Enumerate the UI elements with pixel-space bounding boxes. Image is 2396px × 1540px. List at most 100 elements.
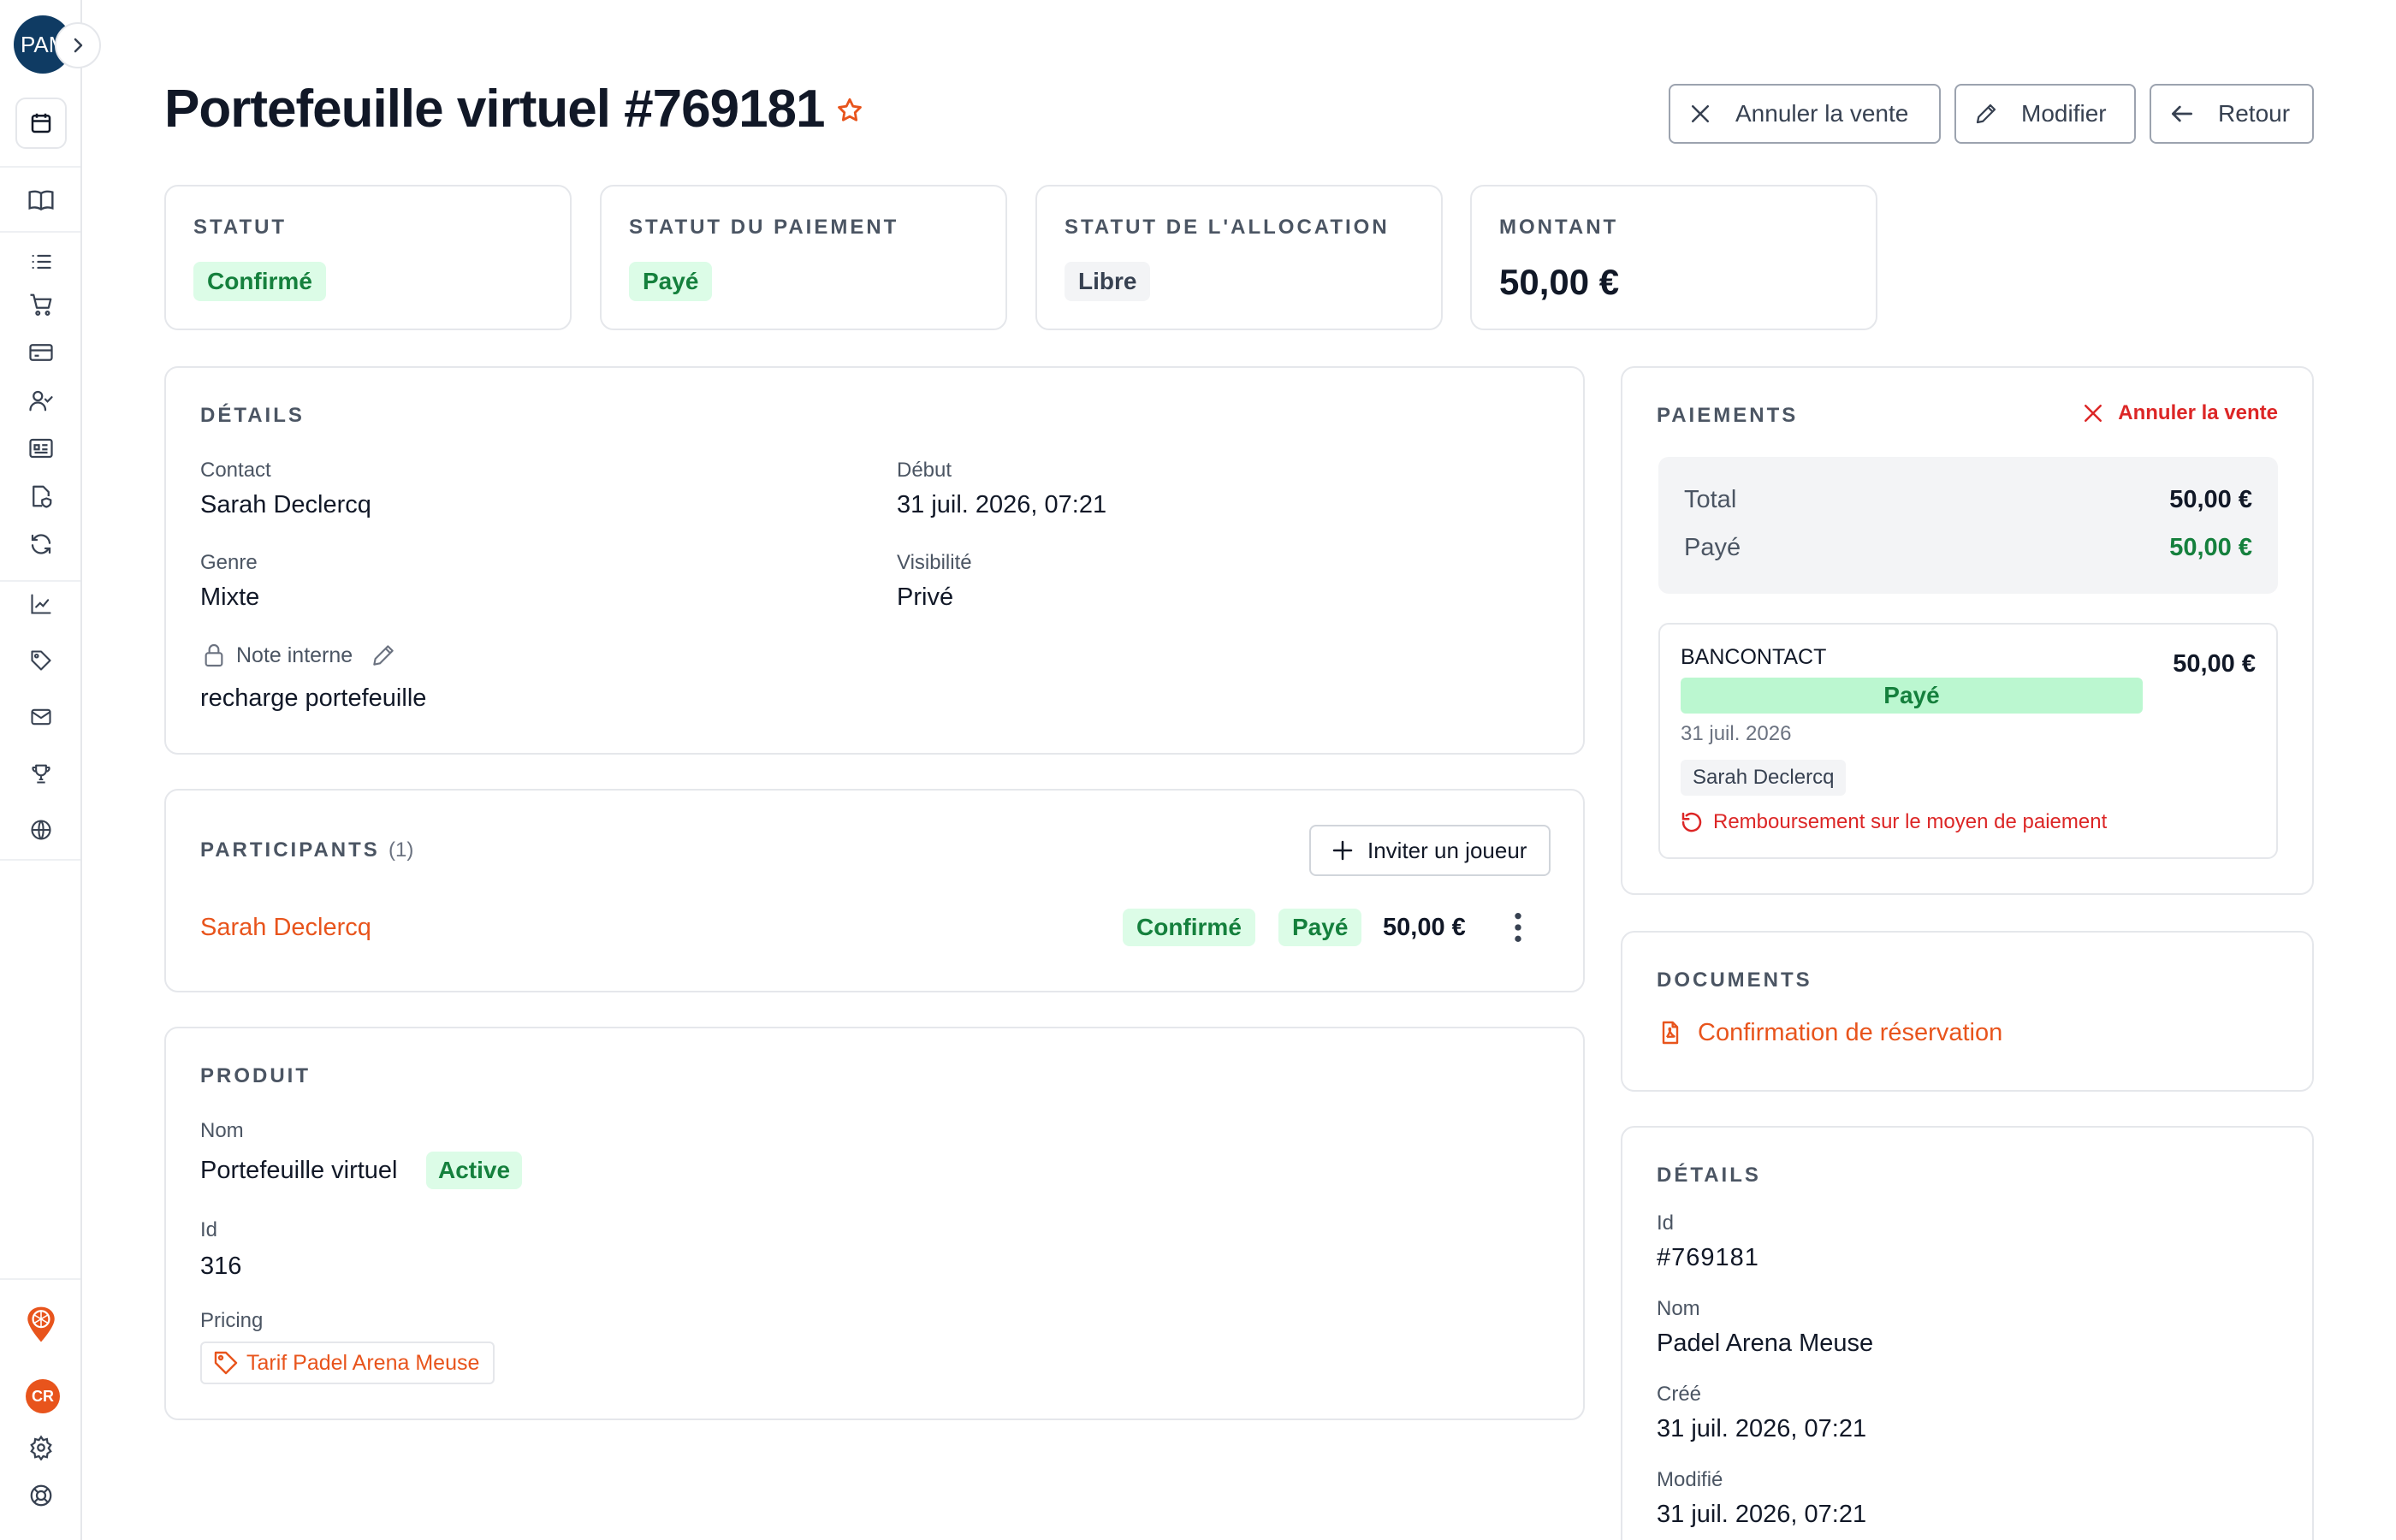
refund-link[interactable]: Remboursement sur le moyen de paiement	[1679, 809, 2107, 835]
pricing-label: Pricing	[200, 1309, 264, 1332]
modified-value: 31 juil. 2026, 07:21	[1657, 1501, 1867, 1528]
cancel-sale-button[interactable]: Annuler la vente	[1669, 84, 1941, 144]
paid-value: 50,00 €	[2169, 534, 2252, 561]
details-title: DÉTAILS	[200, 404, 305, 427]
more-vertical-icon	[1515, 913, 1521, 942]
sidebar-item-list[interactable]	[21, 241, 62, 282]
participant-menu-button[interactable]	[1511, 910, 1525, 949]
payment-method-person: Sarah Declercq	[1681, 760, 1847, 796]
allocation-status-badge: Libre	[1065, 262, 1151, 301]
sidebar-item-payments[interactable]	[21, 332, 62, 373]
sidebar-item-stats[interactable]	[21, 583, 62, 625]
edit-label: Modifier	[2021, 100, 2107, 127]
product-id-value: 316	[200, 1253, 242, 1280]
gender-label: Genre	[200, 551, 258, 574]
product-id-label: Id	[200, 1218, 218, 1241]
pencil-icon	[373, 645, 394, 666]
sidebar-item-cart[interactable]	[21, 284, 62, 325]
credit-card-icon	[29, 344, 53, 361]
sale-id-value: #769181	[1657, 1244, 1759, 1271]
club-name-value: Padel Arena Meuse	[1657, 1330, 1874, 1357]
sidebar-item-website[interactable]	[21, 809, 62, 850]
user-check-icon	[29, 390, 53, 412]
payment-method-name: BANCONTACT	[1681, 645, 1827, 669]
star-icon	[838, 98, 862, 121]
participants-count: (1)	[388, 838, 414, 862]
arrow-left-icon	[2172, 105, 2192, 122]
payment-status-card: STATUT DU PAIEMENT Payé	[600, 185, 1007, 330]
booking-confirmation-link[interactable]: Confirmation de réservation	[1657, 1018, 2002, 1047]
sidebar-item-calendar[interactable]	[15, 98, 67, 149]
sidebar-toggle-button[interactable]	[55, 22, 101, 68]
sidebar-item-documents[interactable]	[21, 476, 62, 517]
favorite-button[interactable]	[835, 96, 864, 129]
invite-player-button[interactable]: Inviter un joueur	[1309, 825, 1551, 876]
user-initials: CR	[32, 1388, 54, 1405]
contact-label: Contact	[200, 459, 271, 482]
file-shield-icon	[33, 485, 52, 508]
total-label: Total	[1684, 486, 1737, 513]
sale-details-title: DÉTAILS	[1657, 1164, 1761, 1187]
payment-status-badge: Payé	[629, 262, 713, 301]
refresh-icon	[31, 534, 51, 554]
payment-method-amount: 50,00 €	[2173, 650, 2256, 678]
participant-amount: 50,00 €	[1383, 914, 1466, 941]
payments-cancel-sale-label: Annuler la vente	[2118, 401, 2278, 424]
invite-player-label: Inviter un joueur	[1367, 837, 1527, 863]
close-icon	[1692, 105, 1709, 122]
sidebar-item-mail[interactable]	[21, 696, 62, 737]
trophy-icon	[32, 764, 50, 784]
user-avatar[interactable]: CR	[26, 1379, 60, 1413]
sidebar-item-subscriptions[interactable]	[21, 524, 62, 565]
status-badge: Confirmé	[193, 262, 326, 301]
total-value: 50,00 €	[2169, 486, 2252, 513]
contact-value[interactable]: Sarah Declercq	[200, 491, 371, 519]
sidebar-item-discounts[interactable]	[21, 640, 62, 681]
visibility-label: Visibilité	[897, 551, 972, 574]
edit-button[interactable]: Modifier	[1954, 84, 2136, 144]
paid-label: Payé	[1684, 534, 1741, 561]
start-value: 31 juil. 2026, 07:21	[897, 491, 1107, 518]
product-name-label: Nom	[200, 1119, 244, 1142]
pricing-link[interactable]: Tarif Padel Arena Meuse	[200, 1342, 495, 1384]
product-active-badge: Active	[426, 1152, 523, 1189]
visibility-value: Privé	[897, 583, 954, 611]
help-icon	[30, 1484, 52, 1507]
participants-title: PARTICIPANTS	[200, 838, 380, 862]
internal-note-label: Note interne	[236, 643, 353, 667]
sale-details-panel: DÉTAILS Id #769181 Nom Padel Arena Meuse…	[1621, 1126, 2314, 1540]
amount-card: MONTANT 50,00 €	[1470, 185, 1877, 330]
refund-icon	[1681, 812, 1702, 832]
back-button[interactable]: Retour	[2150, 84, 2314, 144]
pencil-icon	[1976, 104, 1996, 124]
mail-icon	[31, 708, 51, 726]
chevron-right-icon	[74, 38, 83, 53]
allocation-status-card: STATUT DE L'ALLOCATION Libre	[1035, 185, 1443, 330]
gender-value: Mixte	[200, 583, 260, 611]
edit-note-button[interactable]	[370, 642, 397, 669]
status-card-label: STATUT	[193, 216, 288, 239]
sidebar-item-members[interactable]	[21, 380, 62, 421]
payments-title: PAIEMENTS	[1657, 404, 1799, 427]
start-label: Début	[897, 459, 952, 482]
payment-method-status: Payé	[1681, 678, 2143, 714]
details-panel: DÉTAILS Contact Sarah Declercq Début 31 …	[164, 366, 1585, 755]
cancel-sale-label: Annuler la vente	[1735, 100, 1909, 127]
status-card: STATUT Confirmé	[164, 185, 572, 330]
product-name-value: Portefeuille virtuel	[200, 1157, 398, 1184]
sidebar-item-help[interactable]	[21, 1475, 62, 1516]
sidebar-item-tournaments[interactable]	[21, 753, 62, 794]
payment-status-label: STATUT DU PAIEMENT	[629, 216, 899, 239]
documents-panel: DOCUMENTS Confirmation de réservation	[1621, 931, 2314, 1092]
sidebar-item-settings[interactable]	[21, 1427, 62, 1468]
sidebar-item-club[interactable]	[21, 1304, 62, 1345]
sidebar-item-book[interactable]	[21, 180, 62, 221]
cart-icon	[30, 293, 52, 316]
lock-icon	[205, 644, 223, 667]
book-icon	[28, 190, 54, 211]
participant-status-badge: Confirmé	[1123, 909, 1255, 946]
sidebar-item-cards[interactable]	[21, 428, 62, 469]
participant-name-link[interactable]: Sarah Declercq	[200, 914, 371, 942]
payments-cancel-sale-link[interactable]: Annuler la vente	[2080, 400, 2278, 426]
modified-label: Modifié	[1657, 1468, 1723, 1491]
